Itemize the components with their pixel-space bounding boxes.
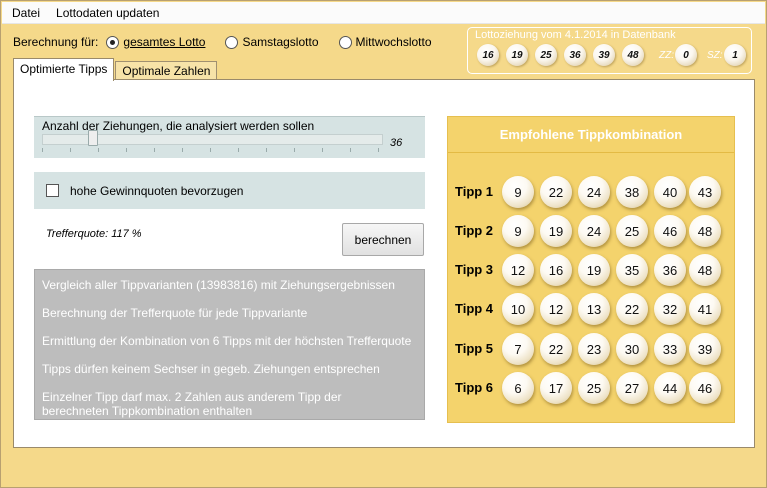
tab-optimierte-tipps[interactable]: Optimierte Tipps (13, 58, 115, 81)
slider-ticks (42, 148, 383, 152)
calculate-button[interactable]: berechnen (342, 223, 424, 256)
tab-content-panel: Anzahl der Ziehungen, die analysiert wer… (13, 79, 755, 448)
radio-selected-icon[interactable] (106, 35, 120, 49)
tip-number-ball: 39 (689, 333, 721, 365)
tip-number-ball: 22 (616, 293, 648, 325)
superzahl-ball: 1 (724, 44, 746, 66)
tip-number-ball: 41 (689, 293, 721, 325)
tip-number-ball: 12 (540, 293, 572, 325)
tip-label: Tipp 6 (455, 380, 494, 395)
tip-number-ball: 9 (502, 215, 534, 247)
tip-label: Tipp 2 (455, 223, 494, 238)
tip-number-ball: 6 (502, 372, 534, 404)
draw-number-ball: 36 (564, 44, 586, 66)
tip-number-ball: 33 (654, 333, 686, 365)
zusatzzahl-label: ZZ: (659, 50, 674, 61)
recommended-combination-panel: Empfohlene Tippkombination Tipp 1 9 22 2… (447, 116, 735, 423)
tip-row: Tipp 2 9 19 24 25 46 48 (448, 215, 736, 247)
tip-number-ball: 10 (502, 293, 534, 325)
tip-row: Tipp 3 12 16 19 35 36 48 (448, 254, 736, 286)
draw-count-label: Anzahl der Ziehungen, die analysiert wer… (42, 119, 315, 133)
tip-number-ball: 22 (540, 176, 572, 208)
info-line: berechneten Tippkombination enthalten (42, 404, 253, 418)
radio-mittwochslotto[interactable]: Mittwochslotto (338, 35, 432, 49)
high-payout-checkbox[interactable] (46, 184, 59, 197)
tip-number-ball: 27 (616, 372, 648, 404)
tip-number-ball: 46 (689, 372, 721, 404)
info-line: Berechnung der Trefferquote für jede Tip… (42, 306, 308, 320)
superzahl-label: SZ: (707, 50, 723, 61)
radio-unselected-icon[interactable] (338, 35, 352, 49)
tip-number-ball: 40 (654, 176, 686, 208)
radio-label: Mittwochslotto (355, 35, 432, 49)
tip-number-ball: 7 (502, 333, 534, 365)
menu-file[interactable]: Datei (2, 6, 48, 20)
tip-number-ball: 16 (540, 254, 572, 286)
calculation-mode-label: Berechnung für: (13, 35, 99, 49)
tip-number-ball: 24 (578, 215, 610, 247)
tip-label: Tipp 5 (455, 341, 494, 356)
tip-number-ball: 43 (689, 176, 721, 208)
tip-row: Tipp 6 6 17 25 27 44 46 (448, 372, 736, 404)
radio-label: gesamtes Lotto (123, 35, 206, 49)
draw-number-ball: 39 (593, 44, 615, 66)
tab-bar: Optimierte Tipps Optimale Zahlen (13, 58, 218, 81)
tip-row: Tipp 5 7 22 23 30 33 39 (448, 333, 736, 365)
tip-number-ball: 25 (578, 372, 610, 404)
tip-number-ball: 32 (654, 293, 686, 325)
tip-label: Tipp 4 (455, 301, 494, 316)
tip-number-ball: 36 (654, 254, 686, 286)
tip-number-ball: 48 (689, 254, 721, 286)
info-line: Einzelner Tipp darf max. 2 Zahlen aus an… (42, 390, 342, 404)
latest-draw-title: Lottoziehung vom 4.1.2014 in Datenbank (475, 29, 676, 41)
tip-number-ball: 46 (654, 215, 686, 247)
draw-count-value: 36 (390, 137, 403, 149)
tip-number-ball: 19 (578, 254, 610, 286)
tip-row: Tipp 4 10 12 13 22 32 41 (448, 293, 736, 325)
tip-row: Tipp 1 9 22 24 38 40 43 (448, 176, 736, 208)
latest-draw-panel: Lottoziehung vom 4.1.2014 in Datenbank 1… (467, 27, 752, 74)
tip-label: Tipp 3 (455, 262, 494, 277)
recommended-combination-title: Empfohlene Tippkombination (448, 117, 734, 153)
draw-number-ball: 25 (535, 44, 557, 66)
draw-number-ball: 19 (506, 44, 528, 66)
tip-number-ball: 9 (502, 176, 534, 208)
tip-number-ball: 30 (616, 333, 648, 365)
zusatzzahl-ball: 0 (675, 44, 697, 66)
tip-number-ball: 23 (578, 333, 610, 365)
high-payout-option: hohe Gewinnquoten bevorzugen (34, 172, 425, 209)
main-window: Datei Lottodaten updaten Berechnung für:… (0, 0, 767, 488)
draw-number-ball: 16 (477, 44, 499, 66)
calculation-mode-group: Berechnung für: gesamtes Lotto Samstagsl… (13, 34, 452, 50)
tab-optimale-zahlen[interactable]: Optimale Zahlen (115, 61, 218, 80)
tip-number-ball: 19 (540, 215, 572, 247)
tip-number-ball: 38 (616, 176, 648, 208)
tip-number-ball: 24 (578, 176, 610, 208)
tip-label: Tipp 1 (455, 184, 494, 199)
tip-number-ball: 17 (540, 372, 572, 404)
method-info-box: Vergleich aller Tippvarianten (13983816)… (34, 269, 425, 420)
radio-label: Samstagslotto (242, 35, 319, 49)
tip-number-ball: 13 (578, 293, 610, 325)
tip-number-ball: 22 (540, 333, 572, 365)
menu-update-lotto-data[interactable]: Lottodaten updaten (48, 6, 167, 20)
radio-unselected-icon[interactable] (225, 35, 239, 49)
tip-number-ball: 44 (654, 372, 686, 404)
hit-rate-text: Trefferquote: 117 % (46, 228, 142, 240)
info-line: Vergleich aller Tippvarianten (13983816)… (42, 278, 395, 292)
draw-count-option: Anzahl der Ziehungen, die analysiert wer… (34, 116, 425, 158)
tip-number-ball: 25 (616, 215, 648, 247)
radio-gesamtes-lotto[interactable]: gesamtes Lotto (106, 35, 205, 49)
high-payout-label: hohe Gewinnquoten bevorzugen (70, 183, 244, 198)
draw-count-slider-thumb[interactable] (88, 130, 98, 146)
radio-samstagslotto[interactable]: Samstagslotto (225, 35, 319, 49)
menu-bar: Datei Lottodaten updaten (2, 2, 765, 24)
tip-number-ball: 48 (689, 215, 721, 247)
info-line: Ermittlung der Kombination von 6 Tipps m… (42, 334, 412, 348)
tip-number-ball: 12 (502, 254, 534, 286)
tip-number-ball: 35 (616, 254, 648, 286)
draw-number-ball: 48 (622, 44, 644, 66)
info-line: Tipps dürfen keinem Sechser in gegeb. Zi… (42, 362, 380, 376)
